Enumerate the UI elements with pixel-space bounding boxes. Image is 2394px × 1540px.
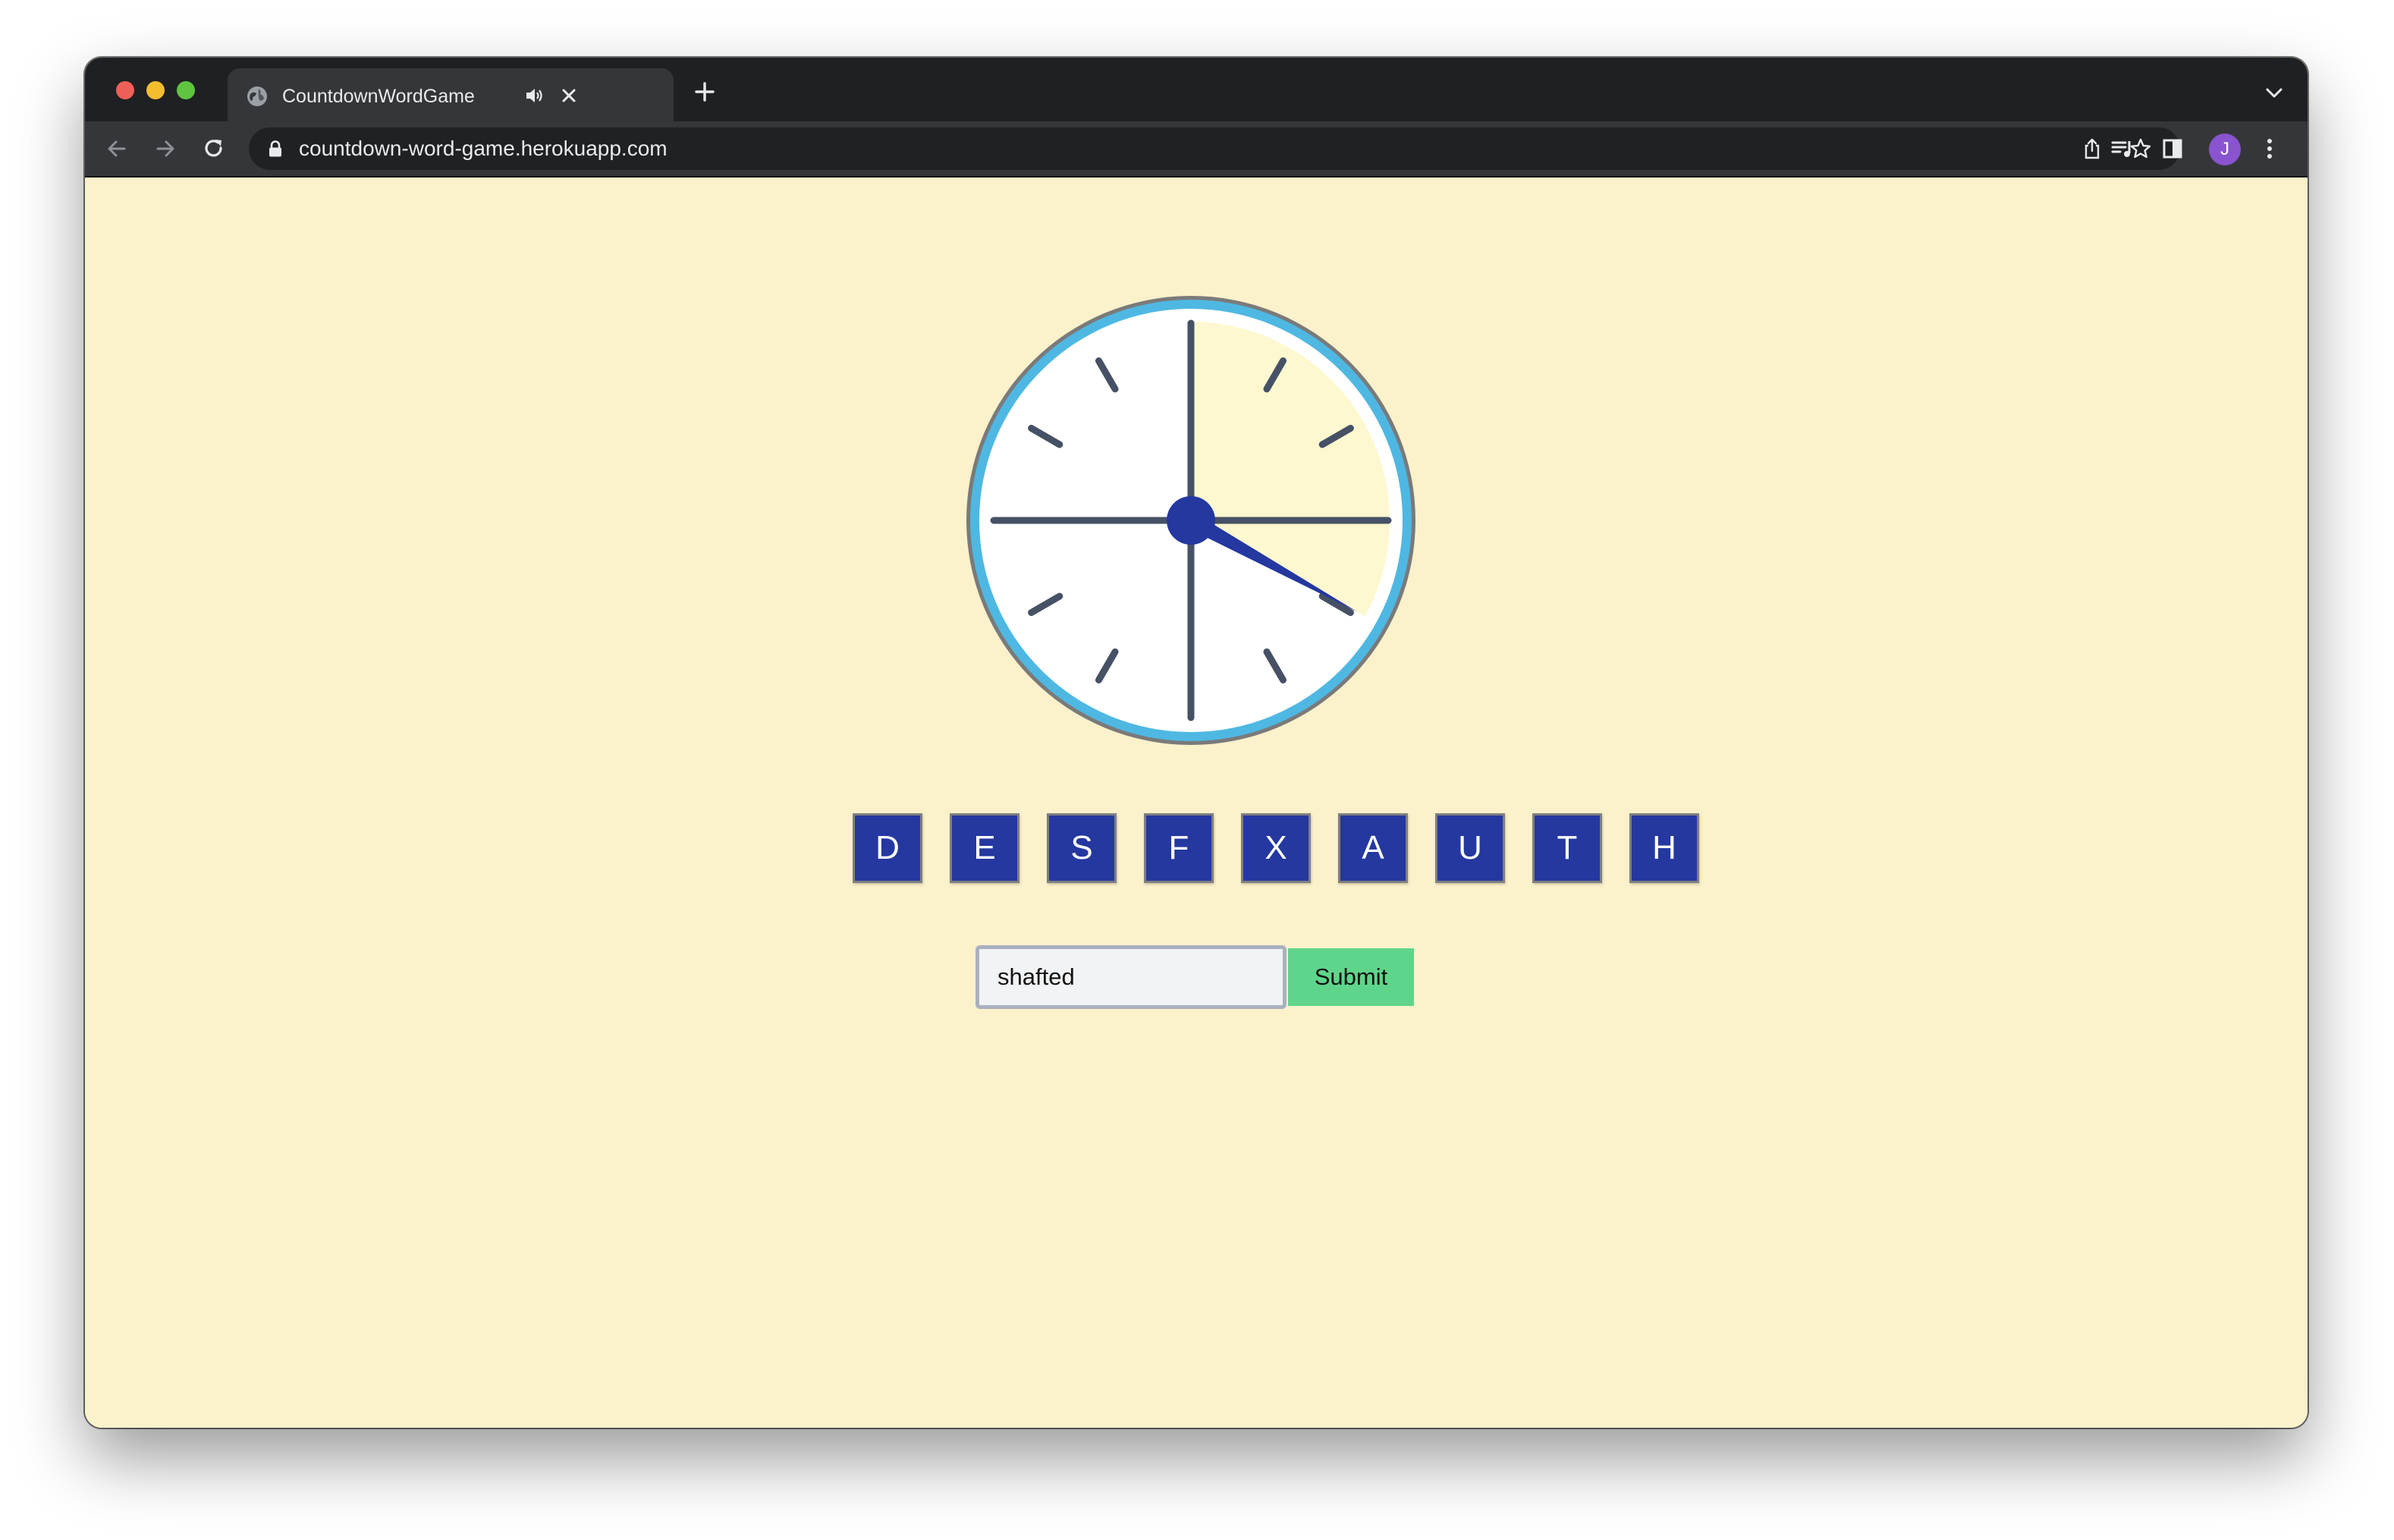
answer-input[interactable] xyxy=(976,945,1287,1009)
profile-avatar[interactable]: J xyxy=(2209,134,2241,165)
tab-title: CountdownWordGame xyxy=(282,86,475,107)
close-window-button[interactable] xyxy=(116,81,134,99)
minimize-window-button[interactable] xyxy=(146,81,165,99)
tab-countdown-word-game[interactable]: CountdownWordGame xyxy=(228,68,674,121)
letter-tile: D xyxy=(853,813,922,883)
close-icon[interactable] xyxy=(557,83,581,108)
letter-tile: T xyxy=(1532,813,1602,883)
side-panel-icon[interactable] xyxy=(2159,135,2186,162)
tab-strip: CountdownWordGame xyxy=(85,58,2308,121)
address-bar[interactable]: countdown-word-game.herokuapp.com xyxy=(249,127,2180,170)
letter-tile: X xyxy=(1241,813,1311,883)
back-arrow-icon[interactable] xyxy=(103,135,130,162)
share-icon[interactable] xyxy=(2080,137,2104,161)
countdown-clock xyxy=(966,296,1415,745)
letter-tile: S xyxy=(1047,813,1117,883)
tab-search-chevron-icon[interactable] xyxy=(2264,83,2285,102)
letter-tile: H xyxy=(1629,813,1699,883)
globe-icon xyxy=(247,86,267,106)
media-control-icon[interactable] xyxy=(2109,135,2136,162)
letter-tile: F xyxy=(1144,813,1214,883)
game-page: DESFXAUTH Submit xyxy=(85,178,2308,1428)
browser-toolbar: countdown-word-game.herokuapp.com J xyxy=(85,121,2308,178)
zoom-window-button[interactable] xyxy=(177,81,195,99)
forward-arrow-icon[interactable] xyxy=(152,135,179,162)
letter-tile: E xyxy=(950,813,1019,883)
clock-hub xyxy=(1167,496,1215,545)
kebab-menu-icon[interactable] xyxy=(2256,135,2283,162)
letter-tile: U xyxy=(1435,813,1505,883)
lock-icon[interactable] xyxy=(267,140,284,158)
plus-icon[interactable] xyxy=(693,80,716,103)
audio-playing-icon[interactable] xyxy=(523,85,545,106)
reload-icon[interactable] xyxy=(200,135,228,162)
browser-window: CountdownWordGame countdown-word-game.he… xyxy=(85,58,2308,1428)
submit-button[interactable]: Submit xyxy=(1288,948,1414,1006)
url-text[interactable]: countdown-word-game.herokuapp.com xyxy=(299,136,668,162)
letter-tiles: DESFXAUTH xyxy=(768,813,1699,889)
letter-tile: A xyxy=(1338,813,1408,883)
